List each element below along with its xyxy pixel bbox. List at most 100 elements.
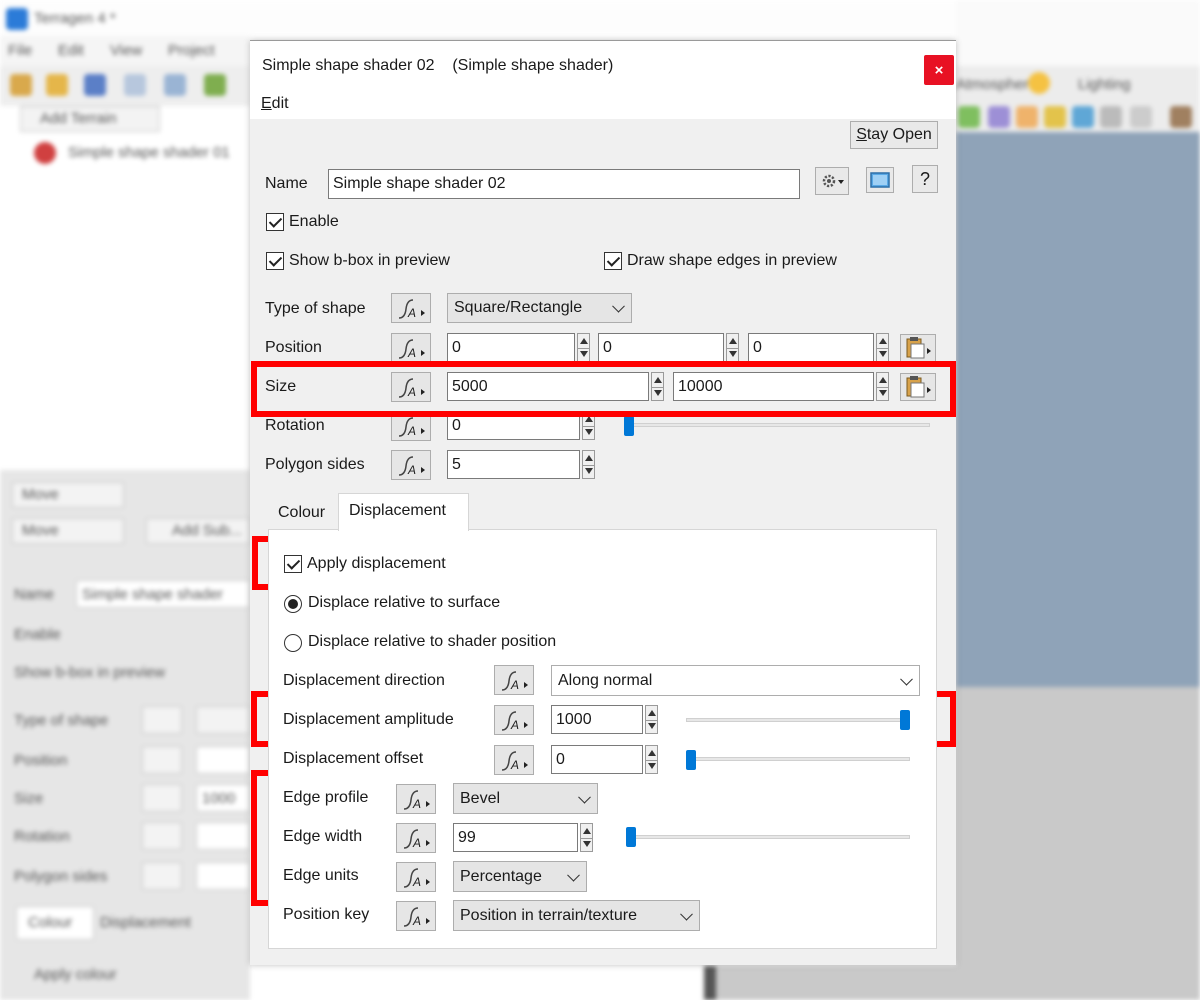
menu-edit-mnemonic: E <box>261 95 272 112</box>
preview-button[interactable] <box>866 167 894 193</box>
bg-fn-button <box>142 746 182 774</box>
tool-icon <box>1072 106 1094 128</box>
shader-node-icon <box>34 142 56 164</box>
stay-open-button[interactable]: Stay Open <box>850 121 938 149</box>
polygon-sides-input[interactable]: 5 <box>447 450 580 479</box>
close-button[interactable]: × <box>924 55 954 85</box>
bg-menu-project: Project <box>168 42 215 59</box>
bg-fn-button <box>142 784 182 812</box>
type-of-shape-label: Type of shape <box>265 300 366 317</box>
arrow-up-icon <box>580 338 588 344</box>
arrow-down-icon <box>585 429 593 435</box>
viewport-sky <box>956 132 1200 687</box>
new-icon <box>10 74 32 96</box>
type-of-shape-select[interactable]: Square/Rectangle <box>447 293 632 323</box>
polygon-sides-spinner[interactable] <box>582 450 595 479</box>
rotation-slider-track[interactable] <box>624 423 930 427</box>
function-icon: A <box>398 417 425 438</box>
bg-type-combo <box>196 706 250 734</box>
svg-text:A: A <box>407 346 416 360</box>
bg-size: Size <box>14 790 44 807</box>
position-x-input[interactable]: 0 <box>447 333 575 362</box>
tab-colour[interactable]: Colour <box>270 497 333 529</box>
undo-icon <box>124 74 146 96</box>
bg-rotation: Rotation <box>14 828 70 845</box>
type-of-shape-value: Square/Rectangle <box>454 299 583 316</box>
bg-show-bbox: Show b-box in preview <box>14 664 165 681</box>
tab-displacement[interactable]: Displacement <box>341 494 454 528</box>
close-icon: × <box>934 61 944 79</box>
stay-open-mnemonic: S <box>856 126 867 143</box>
displacement-panel <box>268 529 937 949</box>
help-button[interactable]: ? <box>912 165 938 193</box>
sun-icon <box>1028 72 1050 94</box>
bg-add-label: Add Sub... <box>172 522 243 539</box>
tool-icon <box>958 106 980 128</box>
arrow-up-icon <box>879 338 887 344</box>
arrow-up-icon <box>729 338 737 344</box>
position-y-spinner[interactable] <box>726 333 739 362</box>
arrow-down-icon <box>729 351 737 357</box>
bg-bottom <box>716 966 956 1000</box>
bg-add-terrain-label: Add Terrain <box>40 110 117 127</box>
svg-text:A: A <box>407 306 416 320</box>
clipboard-icon <box>906 337 931 359</box>
tool-icon <box>988 106 1010 128</box>
bg-right-top <box>956 0 1200 66</box>
shader-dialog: Simple shape shader 02 (Simple shape sha… <box>250 40 956 965</box>
position-paste-button[interactable] <box>900 334 936 362</box>
name-input[interactable]: Simple shape shader 02 <box>328 169 800 199</box>
bg-tab-displacement-label: Displacement <box>100 914 191 931</box>
tool-icon <box>1130 106 1152 128</box>
draw-edges-checkbox[interactable] <box>604 252 622 270</box>
bg-menu-view: View <box>110 42 143 59</box>
tool-icon <box>1100 106 1122 128</box>
bg-polygon-field <box>196 862 250 890</box>
chevron-down-icon <box>612 299 625 313</box>
arrow-up-icon <box>585 455 593 461</box>
bg-rotation-field <box>196 822 250 850</box>
function-icon: A <box>398 299 425 320</box>
menu-edit[interactable]: Edit <box>261 95 289 113</box>
arrow-down-icon <box>580 351 588 357</box>
dialog-title: Simple shape shader 02 (Simple shape sha… <box>262 57 614 74</box>
position-function-button[interactable]: A <box>391 333 431 363</box>
position-label: Position <box>265 339 322 356</box>
rotation-slider-thumb[interactable] <box>624 416 634 436</box>
bg-atmosphere: Atmosphere <box>956 76 1037 93</box>
rotation-label: Rotation <box>265 417 325 434</box>
svg-text:A: A <box>407 424 416 438</box>
bg-name-label: Name <box>14 586 55 603</box>
position-x-spinner[interactable] <box>577 333 590 362</box>
redo-icon <box>164 74 186 96</box>
show-bbox-checkbox[interactable] <box>266 252 284 270</box>
position-y-input[interactable]: 0 <box>598 333 724 362</box>
bg-app-title: Terragen 4 * <box>34 10 116 27</box>
function-icon: A <box>398 456 425 477</box>
tool-icon <box>1016 106 1038 128</box>
bg-fn-button <box>142 706 182 734</box>
dialog-menubar: Edit <box>250 93 956 119</box>
position-z-input[interactable]: 0 <box>748 333 874 362</box>
bg-polygon-sides: Polygon sides <box>14 868 108 885</box>
viewport-ground <box>956 687 1200 1000</box>
type-function-button[interactable]: A <box>391 293 431 323</box>
enable-checkbox[interactable] <box>266 213 284 231</box>
draw-edges-label: Draw shape edges in preview <box>627 252 837 269</box>
polygon-function-button[interactable]: A <box>391 450 431 480</box>
bg-tab-colour-label: Colour <box>28 914 73 931</box>
bg-menu-file: File <box>8 42 33 59</box>
settings-button[interactable] <box>815 167 849 195</box>
dialog-titlebar[interactable]: Simple shape shader 02 (Simple shape sha… <box>250 41 956 93</box>
bg-apply-colour: Apply colour <box>34 966 117 983</box>
position-z-spinner[interactable] <box>876 333 889 362</box>
tool-icon <box>1170 106 1192 128</box>
function-icon: A <box>398 339 425 360</box>
bg-position-field <box>196 746 250 774</box>
svg-text:A: A <box>407 463 416 477</box>
gear-icon <box>822 174 844 188</box>
bg-type-of-shape: Type of shape <box>14 712 109 729</box>
help-icon: ? <box>919 168 930 189</box>
bg-fn-button <box>142 862 182 890</box>
tool-icon <box>1044 106 1066 128</box>
